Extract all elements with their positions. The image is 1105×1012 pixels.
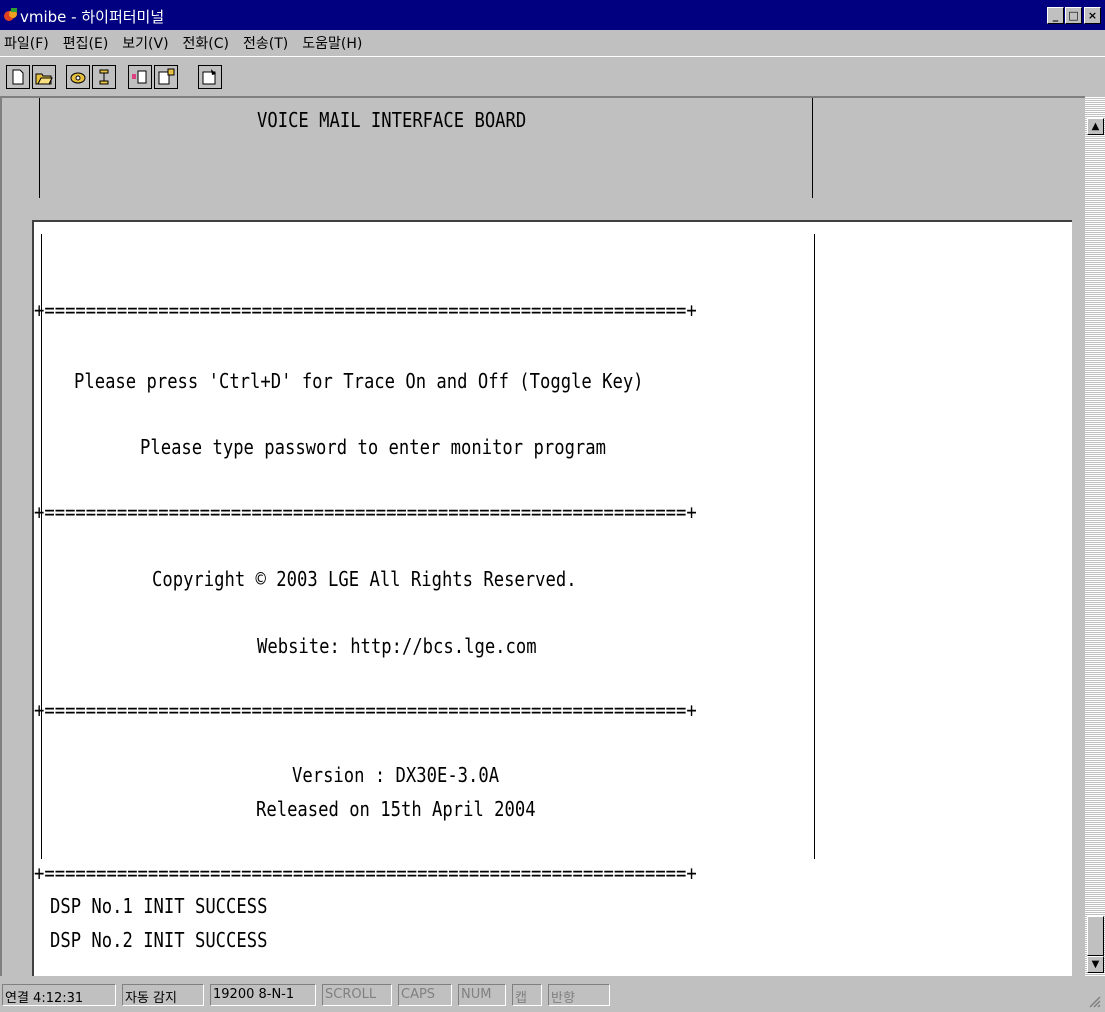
disconnect-button[interactable] [92,65,116,89]
toolbar [0,56,1105,96]
separator-4: +=======================================… [34,861,697,885]
menu-transfer[interactable]: 전송(T) [243,33,288,53]
release-date-text: Released on 15th April 2004 [256,797,536,821]
connection-time-status: 연결 4:12:31 [2,984,116,1006]
frame-right-line [812,98,813,198]
scroll-down-button[interactable]: ▼ [1087,956,1104,973]
menu-bar: 파일(F) 편집(E) 보기(V) 전화(C) 전송(T) 도움말(H) [0,30,1105,56]
dsp1-status-text: DSP No.1 INIT SUCCESS [50,894,268,918]
send-button[interactable] [128,65,152,89]
window-title: vmibe - 하이퍼터미널 [20,8,165,26]
hyperterminal-app-icon[interactable] [3,7,19,23]
capture-status: 캡 [512,984,542,1006]
caps-lock-status: CAPS [398,984,452,1006]
copyright-text: Copyright © 2003 LGE All Rights Reserved… [152,567,577,591]
version-text: Version : DX30E-3.0A [292,763,500,787]
properties-icon [202,69,216,85]
resize-grip-icon[interactable] [1087,994,1101,1008]
call-icon [70,72,86,84]
num-lock-status: NUM [458,984,506,1006]
terminal-screen[interactable]: +=======================================… [32,220,1072,978]
window-controls: _ □ × [1046,7,1101,25]
scroll-thumb[interactable] [1087,916,1104,956]
title-bar[interactable]: vmibe - 하이퍼터미널 _ □ × [0,0,1105,30]
call-button[interactable] [66,65,90,89]
menu-file[interactable]: 파일(F) [4,33,49,53]
box-right-border [814,234,815,859]
echo-status: 반향 [548,984,610,1006]
menu-view[interactable]: 보기(V) [122,33,168,53]
status-bar: 연결 4:12:31 자동 감지 19200 8-N-1 SCROLL CAPS… [0,976,1105,1012]
maximize-button[interactable]: □ [1065,7,1082,24]
open-button[interactable] [32,65,56,89]
menu-call[interactable]: 전화(C) [183,33,229,53]
menu-help[interactable]: 도움말(H) [302,33,362,53]
vertical-scrollbar[interactable]: ▲ ▼ [1085,96,1105,976]
separator-2: +=======================================… [34,500,697,524]
website-text: Website: http://bcs.lge.com [257,634,537,658]
new-connection-button[interactable] [6,65,30,89]
auto-detect-status: 자동 감지 [122,984,204,1006]
separator-1: +=======================================… [34,298,697,322]
frame-left-line [39,98,40,198]
new-icon [12,69,24,85]
open-icon [35,73,53,85]
disconnect-icon [99,69,109,85]
dsp2-status-text: DSP No.2 INIT SUCCESS [50,928,268,952]
terminal-header-region: VOICE MAIL INTERFACE BOARD [2,98,1085,206]
send-icon [132,70,147,84]
receive-icon [158,68,175,85]
port-settings-status: 19200 8-N-1 [210,984,316,1006]
separator-3: +=======================================… [34,698,697,722]
board-title: VOICE MAIL INTERFACE BOARD [257,108,527,132]
minimize-button[interactable]: _ [1047,7,1064,24]
receive-button[interactable] [154,65,178,89]
menu-edit[interactable]: 편집(E) [63,33,109,53]
terminal-window[interactable]: VOICE MAIL INTERFACE BOARD +============… [0,96,1085,978]
scroll-up-button[interactable]: ▲ [1087,118,1104,135]
properties-button[interactable] [198,65,222,89]
trace-hint-text: Please press 'Ctrl+D' for Trace On and O… [74,369,644,393]
box-left-border [41,234,42,859]
scroll-lock-status: SCROLL [322,984,392,1006]
close-button[interactable]: × [1084,7,1101,24]
password-prompt-text: Please type password to enter monitor pr… [140,435,606,459]
